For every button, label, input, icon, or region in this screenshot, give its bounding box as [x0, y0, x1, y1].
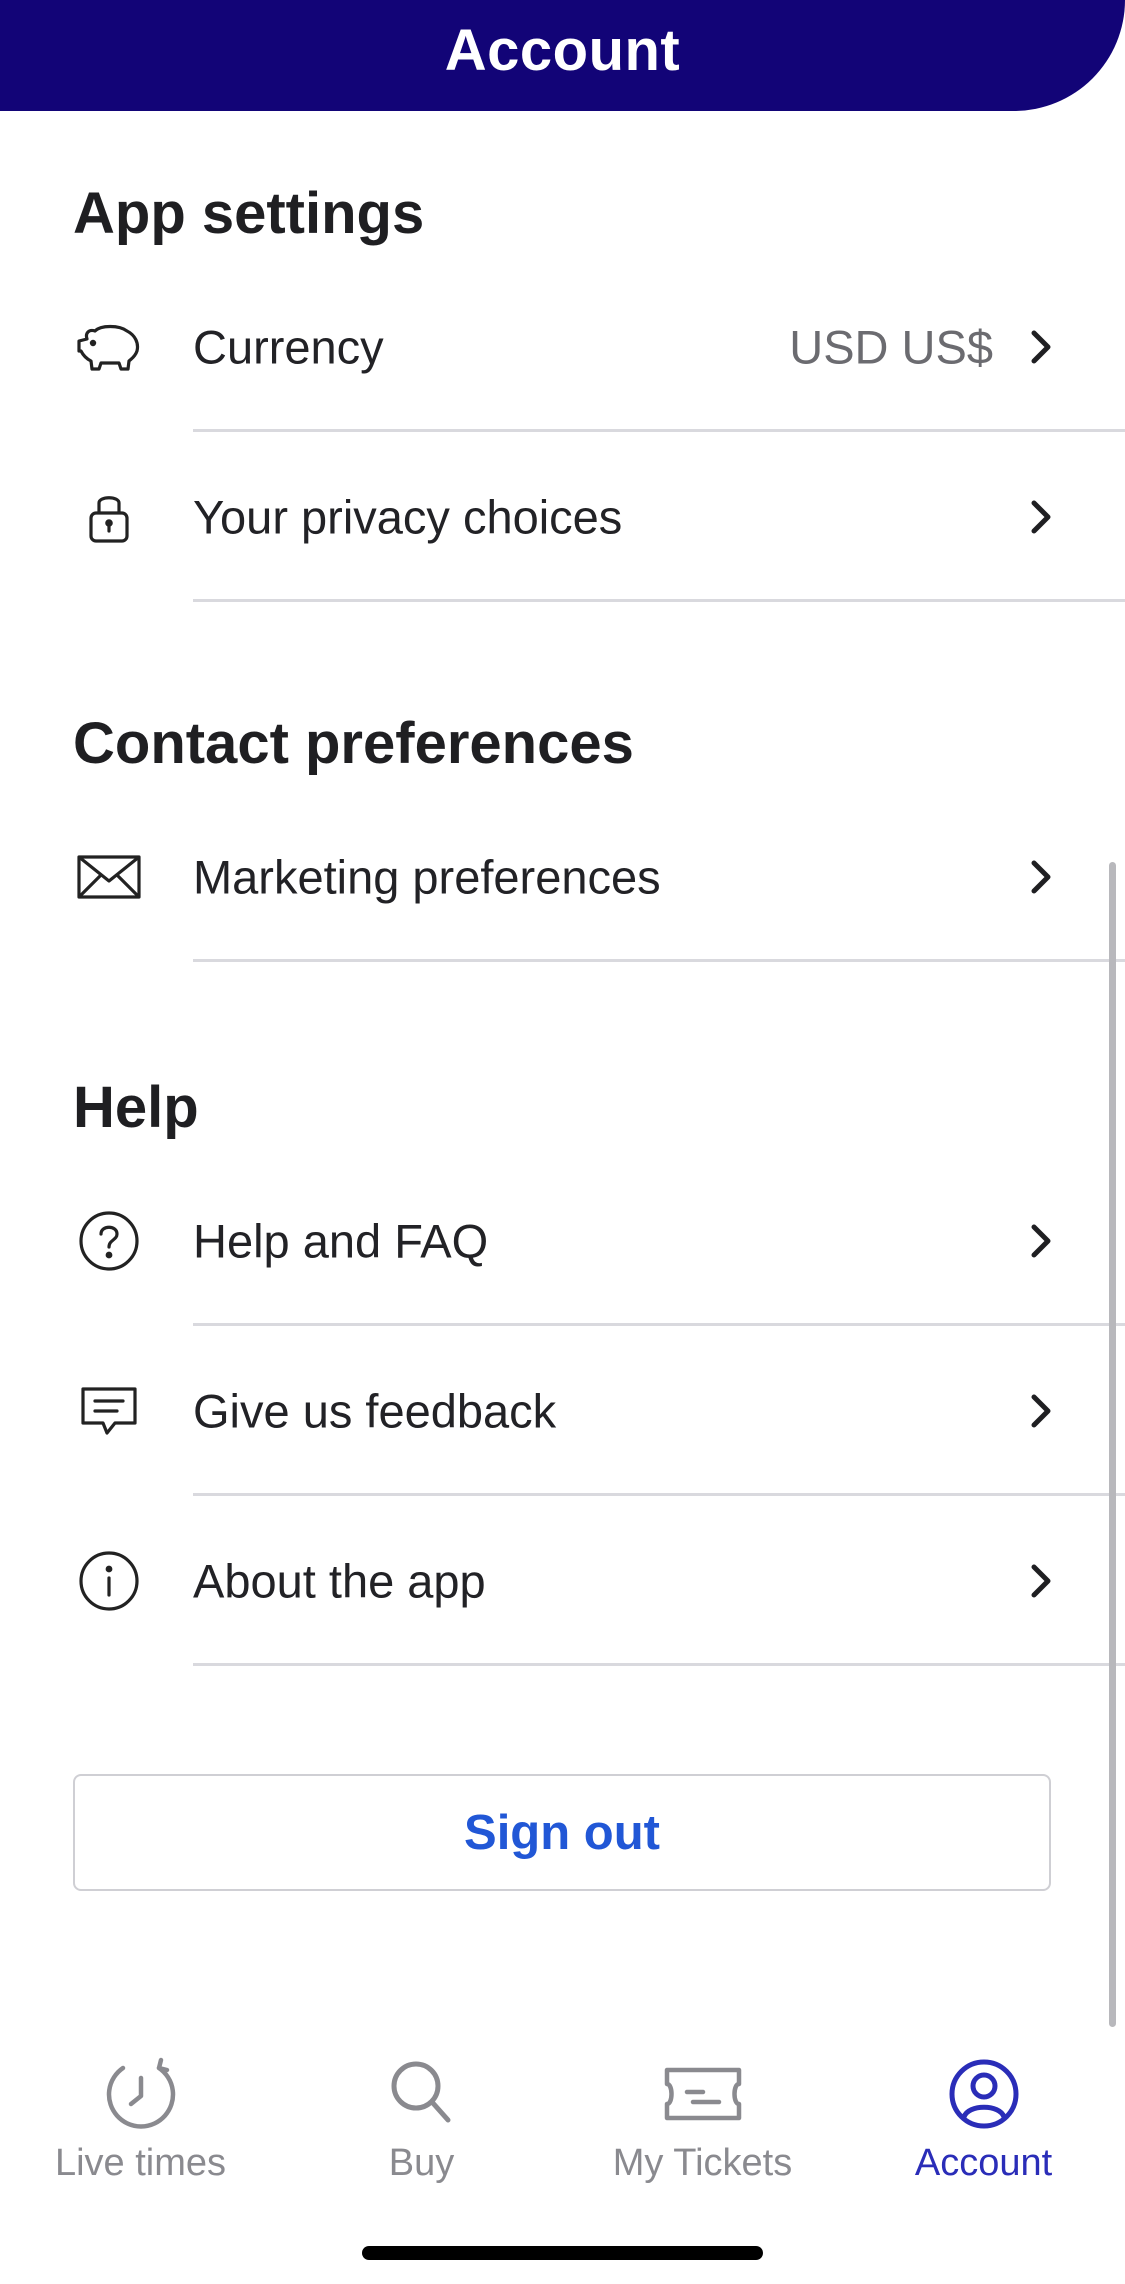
currency-label: Currency — [193, 320, 384, 374]
chevron-right-icon — [1024, 857, 1058, 897]
tab-label: Account — [914, 2142, 1053, 2184]
scrollbar[interactable] — [1109, 862, 1116, 2027]
marketing-preferences-row[interactable]: Marketing preferences — [0, 792, 1125, 962]
divider — [193, 599, 1125, 602]
divider — [193, 959, 1125, 962]
section-title-help: Help — [73, 1075, 199, 1140]
info-circle-icon — [73, 1545, 145, 1617]
bottom-tab-bar: Live times Buy My Tickets Account — [0, 2030, 1125, 2230]
chevron-right-icon — [1024, 1391, 1058, 1431]
sign-out-label: Sign out — [464, 1805, 660, 1860]
section-title-app-settings: App settings — [73, 181, 425, 246]
tab-label: My Tickets — [612, 2142, 793, 2184]
ticket-icon — [663, 2054, 743, 2134]
privacy-choices-label: Your privacy choices — [193, 490, 623, 544]
chevron-right-icon — [1024, 1221, 1058, 1261]
currency-value: USD US$ — [789, 320, 993, 374]
clock-icon — [101, 2054, 181, 2134]
help-faq-label: Help and FAQ — [193, 1214, 489, 1268]
divider — [193, 1663, 1125, 1666]
tab-live-times[interactable]: Live times — [0, 2030, 281, 2230]
home-indicator — [362, 2246, 763, 2260]
feedback-bubble-icon — [73, 1375, 145, 1447]
page-title: Account — [444, 18, 681, 83]
question-circle-icon — [73, 1205, 145, 1277]
tab-buy[interactable]: Buy — [281, 2030, 562, 2230]
tab-account[interactable]: Account — [843, 2030, 1124, 2230]
currency-row[interactable]: Currency USD US$ — [0, 262, 1125, 432]
marketing-preferences-label: Marketing preferences — [193, 850, 661, 904]
help-faq-row[interactable]: Help and FAQ — [0, 1156, 1125, 1326]
about-app-row[interactable]: About the app — [0, 1496, 1125, 1666]
tab-label: Buy — [388, 2142, 455, 2184]
header-bar: Account — [0, 0, 1125, 111]
search-icon — [382, 2054, 462, 2134]
feedback-label: Give us feedback — [193, 1384, 557, 1438]
privacy-choices-row[interactable]: Your privacy choices — [0, 432, 1125, 602]
piggy-bank-icon — [73, 311, 145, 383]
envelope-icon — [73, 841, 145, 913]
chevron-right-icon — [1024, 327, 1058, 367]
chevron-right-icon — [1024, 497, 1058, 537]
feedback-row[interactable]: Give us feedback — [0, 1326, 1125, 1496]
account-icon — [944, 2054, 1024, 2134]
about-app-label: About the app — [193, 1554, 486, 1608]
section-title-contact-preferences: Contact preferences — [73, 711, 634, 776]
sign-out-button[interactable]: Sign out — [73, 1774, 1051, 1891]
tab-my-tickets[interactable]: My Tickets — [562, 2030, 843, 2230]
chevron-right-icon — [1024, 1561, 1058, 1601]
lock-icon — [73, 481, 145, 553]
tab-label: Live times — [54, 2142, 227, 2184]
